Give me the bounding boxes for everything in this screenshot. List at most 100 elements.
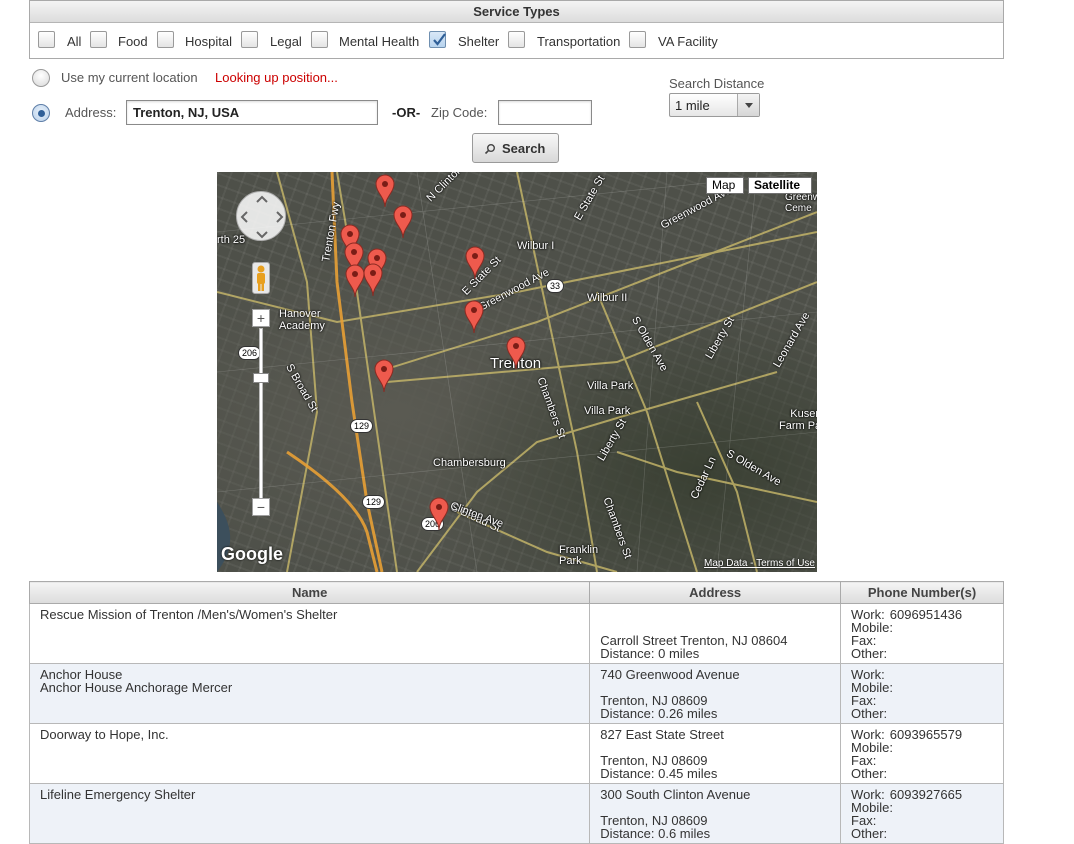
or-label: -OR-: [392, 105, 421, 120]
result-name: Lifeline Emergency Shelter: [40, 787, 196, 802]
address-label: Address:: [65, 105, 117, 120]
map-label-chambersburg: Chambersburg: [433, 457, 506, 469]
street-view-pegman-icon[interactable]: [252, 262, 270, 294]
result-name: Anchor House Anchorage Mercer: [40, 680, 233, 695]
service-checkbox-food[interactable]: [90, 31, 107, 48]
search-distance-select[interactable]: 1 mile: [669, 93, 760, 117]
zip-code-label: Zip Code:: [431, 105, 488, 120]
map-marker-icon[interactable]: [393, 205, 413, 239]
table-row[interactable]: Doorway to Hope, Inc. 827 East State Stre…: [28, 723, 1004, 784]
map-label-villa-park-2: Villa Park: [584, 405, 631, 417]
current-location-label: Use my current location: [61, 70, 198, 85]
service-checkbox-mental-health[interactable]: [311, 31, 328, 48]
result-address-line: Distance: 0.45 miles: [600, 766, 718, 781]
map-type-satellite-button[interactable]: Satellite: [748, 177, 812, 194]
result-address-line: Distance: 0.26 miles: [600, 706, 718, 721]
result-name: Doorway to Hope, Inc.: [40, 727, 169, 742]
map-marker-icon[interactable]: [464, 300, 484, 334]
result-address-line: [600, 608, 830, 621]
map-marker-icon[interactable]: [374, 359, 394, 393]
phone-other: Other:: [851, 767, 993, 780]
map-marker-icon[interactable]: [429, 497, 449, 531]
result-address-cell: Carroll Street Trenton, NJ 08604 Distance…: [589, 603, 842, 664]
service-checkbox-label: Food: [118, 34, 148, 49]
service-checkbox-hospital[interactable]: [157, 31, 174, 48]
map-view[interactable]: rth 25 Hanover Academy Wilbur I Wilbur I…: [217, 172, 817, 572]
map-type-map-button[interactable]: Map: [706, 177, 744, 194]
zip-code-input[interactable]: [498, 100, 592, 125]
service-checkbox-transportation[interactable]: [508, 31, 525, 48]
service-checkbox-all[interactable]: [38, 31, 55, 48]
results-header-row: Name Address Phone Number(s): [28, 581, 1004, 604]
phone-other: Other:: [851, 707, 993, 720]
result-phone-cell: Work: Mobile: Fax: Other:: [840, 663, 1004, 724]
zoom-out-button[interactable]: −: [252, 498, 270, 516]
service-checkbox-label: Shelter: [458, 34, 500, 49]
result-address-cell: 300 South Clinton Avenue Trenton, NJ 0860…: [589, 783, 842, 844]
column-header-phone[interactable]: Phone Number(s): [840, 581, 1004, 604]
table-row[interactable]: Lifeline Emergency Shelter 300 South Clin…: [28, 783, 1004, 844]
phone-other-label: Other:: [851, 646, 888, 661]
service-checkbox-label: All: [67, 34, 82, 49]
google-logo: Google: [221, 544, 283, 564]
search-distance-value: 1 mile: [675, 98, 710, 113]
result-phone-cell: Work: 6093927665 Mobile: Fax: Other:: [840, 783, 1004, 844]
service-checkbox-label: Mental Health: [339, 34, 420, 49]
service-checkbox-label: Transportation: [537, 34, 621, 49]
map-roads: [217, 172, 817, 572]
route-shield-206: 206: [238, 346, 262, 360]
table-row[interactable]: Anchor House Anchor House Anchorage Merce…: [28, 663, 1004, 724]
results-table: Name Address Phone Number(s) Rescue Miss…: [28, 581, 1004, 844]
map-label-kuser-farm-park: Kuser Farm Park: [779, 408, 817, 432]
phone-work-value: 6093927665: [889, 787, 963, 802]
service-types-panel: Service Types: [29, 0, 1004, 59]
zoom-slider-handle[interactable]: [253, 373, 269, 383]
result-address-line: Distance: 0 miles: [600, 646, 700, 661]
map-marker-icon[interactable]: [375, 174, 395, 208]
zoom-slider-track[interactable]: [259, 328, 263, 506]
address-radio[interactable]: [32, 104, 50, 122]
phone-work-value: 6093965579: [889, 727, 963, 742]
phone-other: Other:: [851, 827, 993, 840]
search-button[interactable]: Search: [472, 133, 559, 163]
column-header-address[interactable]: Address: [589, 581, 842, 604]
result-name-cell: Doorway to Hope, Inc.: [28, 723, 591, 784]
map-marker-icon[interactable]: [363, 263, 383, 297]
map-marker-icon[interactable]: [345, 264, 365, 298]
column-header-name[interactable]: Name: [28, 581, 591, 604]
result-address-cell: 740 Greenwood Avenue Trenton, NJ 08609 Dis…: [589, 663, 842, 724]
result-name-cell: Anchor House Anchor House Anchorage Merce…: [28, 663, 591, 724]
map-marker-icon[interactable]: [506, 336, 526, 370]
map-attribution-link[interactable]: Map Data - Terms of Use: [704, 558, 815, 569]
map-label-wilbur-2: Wilbur II: [587, 292, 628, 304]
map-label-villa-park-1: Villa Park: [587, 380, 634, 392]
route-shield-129-2: 129: [362, 495, 386, 509]
route-shield-33: 33: [546, 279, 565, 293]
phone-work-value: 6096951436: [889, 607, 963, 622]
service-checkbox-va-facility[interactable]: [629, 31, 646, 48]
service-checkbox-label: Legal: [270, 34, 302, 49]
route-shield-129: 129: [350, 419, 374, 433]
chevron-down-icon[interactable]: [737, 94, 759, 116]
map-pan-control[interactable]: [236, 191, 286, 241]
table-row[interactable]: Rescue Mission of Trenton /Men's/Women's…: [28, 603, 1004, 664]
result-name-cell: Rescue Mission of Trenton /Men's/Women's…: [28, 603, 591, 664]
zoom-in-button[interactable]: +: [252, 309, 270, 327]
map-marker-icon[interactable]: [465, 246, 485, 280]
result-phone-cell: Work: 6093965579 Mobile: Fax: Other:: [840, 723, 1004, 784]
service-checkbox-shelter[interactable]: [429, 31, 446, 48]
result-phone-cell: Work: 6096951436 Mobile: Fax: Other:: [840, 603, 1004, 664]
map-label-franklin-park: Franklin Park: [559, 544, 599, 567]
address-input[interactable]: [126, 100, 378, 125]
search-distance-label: Search Distance: [669, 76, 765, 91]
checkmark-icon: [433, 33, 446, 46]
phone-other-label: Other:: [851, 706, 888, 721]
pan-arrows-icon: [240, 195, 284, 239]
service-checkbox-legal[interactable]: [241, 31, 258, 48]
service-checkbox-label: VA Facility: [658, 34, 718, 49]
current-location-radio[interactable]: [32, 69, 50, 87]
search-button-label: Search: [502, 141, 546, 156]
service-types-header: Service Types: [30, 1, 1003, 23]
location-status-text: Looking up position...: [215, 70, 338, 85]
result-name: Rescue Mission of Trenton /Men's/Women's…: [40, 607, 338, 622]
